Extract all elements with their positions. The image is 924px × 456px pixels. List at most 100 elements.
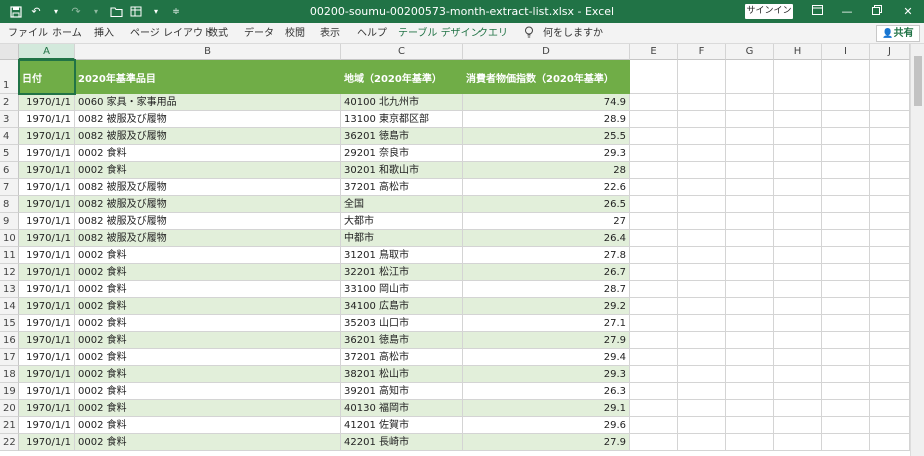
row-header[interactable]: 7 [0, 179, 19, 196]
cell-item[interactable]: 0002 食料 [75, 247, 341, 264]
cell-region[interactable]: 34100 広島市 [341, 298, 463, 315]
cell-item[interactable]: 0002 食料 [75, 383, 341, 400]
empty-cell[interactable] [870, 60, 910, 94]
close-icon[interactable]: ✕ [893, 0, 923, 23]
cell-date[interactable]: 1970/1/1 [19, 162, 75, 179]
cell-item[interactable]: 0082 被服及び履物 [75, 213, 341, 230]
empty-cell[interactable] [822, 417, 870, 434]
cell-item[interactable]: 0002 食料 [75, 417, 341, 434]
tab-table-design[interactable]: テーブル デザイン [398, 23, 481, 44]
column-header-h[interactable]: H [774, 44, 822, 60]
cell-item[interactable]: 0082 被服及び履物 [75, 230, 341, 247]
cell-cpi[interactable]: 29.2 [463, 298, 630, 315]
cell-item[interactable]: 0002 食料 [75, 315, 341, 332]
table-header-region[interactable]: 地域（2020年基準） [341, 60, 463, 94]
cell-cpi[interactable]: 29.3 [463, 366, 630, 383]
empty-cell[interactable] [630, 366, 678, 383]
tab-query[interactable]: クエリ [478, 23, 508, 44]
minimize-icon[interactable]: — [832, 0, 862, 23]
empty-cell[interactable] [726, 264, 774, 281]
sign-in-button[interactable]: サインイン [745, 4, 793, 19]
cell-cpi[interactable]: 28.9 [463, 111, 630, 128]
cell-cpi[interactable]: 26.4 [463, 230, 630, 247]
empty-cell[interactable] [774, 366, 822, 383]
cell-item[interactable]: 0002 食料 [75, 332, 341, 349]
empty-cell[interactable] [630, 434, 678, 451]
cell-cpi[interactable]: 74.9 [463, 94, 630, 111]
empty-cell[interactable] [774, 213, 822, 230]
empty-cell[interactable] [678, 264, 726, 281]
cell-cpi[interactable]: 29.6 [463, 417, 630, 434]
cell-cpi[interactable]: 27.9 [463, 434, 630, 451]
empty-cell[interactable] [822, 281, 870, 298]
restore-icon[interactable] [862, 0, 892, 23]
cell-region[interactable]: 38201 松山市 [341, 366, 463, 383]
empty-cell[interactable] [822, 60, 870, 94]
column-header-f[interactable]: F [678, 44, 726, 60]
empty-cell[interactable] [774, 264, 822, 281]
empty-cell[interactable] [774, 298, 822, 315]
row-header[interactable]: 22 [0, 434, 19, 451]
empty-cell[interactable] [822, 230, 870, 247]
empty-cell[interactable] [726, 111, 774, 128]
row-header[interactable]: 2 [0, 94, 19, 111]
empty-cell[interactable] [630, 383, 678, 400]
row-header[interactable]: 4 [0, 128, 19, 145]
row-header[interactable]: 16 [0, 332, 19, 349]
empty-cell[interactable] [774, 383, 822, 400]
cell-cpi[interactable]: 22.6 [463, 179, 630, 196]
cell-item[interactable]: 0002 食料 [75, 281, 341, 298]
row-header[interactable]: 19 [0, 383, 19, 400]
column-header-c[interactable]: C [341, 44, 463, 60]
cell-date[interactable]: 1970/1/1 [19, 196, 75, 213]
empty-cell[interactable] [726, 349, 774, 366]
cell-region[interactable]: 中都市 [341, 230, 463, 247]
empty-cell[interactable] [822, 400, 870, 417]
empty-cell[interactable] [678, 298, 726, 315]
cell-date[interactable]: 1970/1/1 [19, 383, 75, 400]
empty-cell[interactable] [630, 196, 678, 213]
empty-cell[interactable] [822, 179, 870, 196]
cell-cpi[interactable]: 26.5 [463, 196, 630, 213]
form-dropdown-icon[interactable]: ▾ [148, 0, 164, 23]
cell-region[interactable]: 36201 徳島市 [341, 332, 463, 349]
empty-cell[interactable] [774, 145, 822, 162]
cell-date[interactable]: 1970/1/1 [19, 434, 75, 451]
undo-icon[interactable]: ↶ [28, 0, 44, 23]
cell-region[interactable]: 29201 奈良市 [341, 145, 463, 162]
tell-me-search[interactable]: 何をしますか [543, 23, 603, 44]
empty-cell[interactable] [678, 383, 726, 400]
empty-cell[interactable] [774, 315, 822, 332]
empty-cell[interactable] [870, 264, 910, 281]
cell-cpi[interactable]: 29.1 [463, 400, 630, 417]
cell-cpi[interactable]: 28 [463, 162, 630, 179]
empty-cell[interactable] [870, 145, 910, 162]
cell-item[interactable]: 0082 被服及び履物 [75, 196, 341, 213]
cell-date[interactable]: 1970/1/1 [19, 179, 75, 196]
cell-region[interactable]: 全国 [341, 196, 463, 213]
table-header-date[interactable]: 日付 [19, 60, 75, 94]
empty-cell[interactable] [870, 196, 910, 213]
empty-cell[interactable] [822, 383, 870, 400]
row-header[interactable]: 17 [0, 349, 19, 366]
empty-cell[interactable] [774, 247, 822, 264]
cell-date[interactable]: 1970/1/1 [19, 128, 75, 145]
cell-item[interactable]: 0002 食料 [75, 145, 341, 162]
empty-cell[interactable] [822, 366, 870, 383]
cell-region[interactable]: 13100 東京都区部 [341, 111, 463, 128]
empty-cell[interactable] [726, 366, 774, 383]
empty-cell[interactable] [678, 315, 726, 332]
cell-item[interactable]: 0002 食料 [75, 264, 341, 281]
empty-cell[interactable] [822, 111, 870, 128]
undo-dropdown-icon[interactable]: ▾ [48, 0, 64, 23]
cell-cpi[interactable]: 27 [463, 213, 630, 230]
empty-cell[interactable] [630, 281, 678, 298]
table-header-item[interactable]: 2020年基準品目 [75, 60, 341, 94]
cell-date[interactable]: 1970/1/1 [19, 400, 75, 417]
cell-cpi[interactable]: 26.3 [463, 383, 630, 400]
empty-cell[interactable] [870, 128, 910, 145]
empty-cell[interactable] [726, 247, 774, 264]
cell-item[interactable]: 0082 被服及び履物 [75, 111, 341, 128]
cell-region[interactable]: 37201 高松市 [341, 179, 463, 196]
cell-item[interactable]: 0060 家具・家事用品 [75, 94, 341, 111]
